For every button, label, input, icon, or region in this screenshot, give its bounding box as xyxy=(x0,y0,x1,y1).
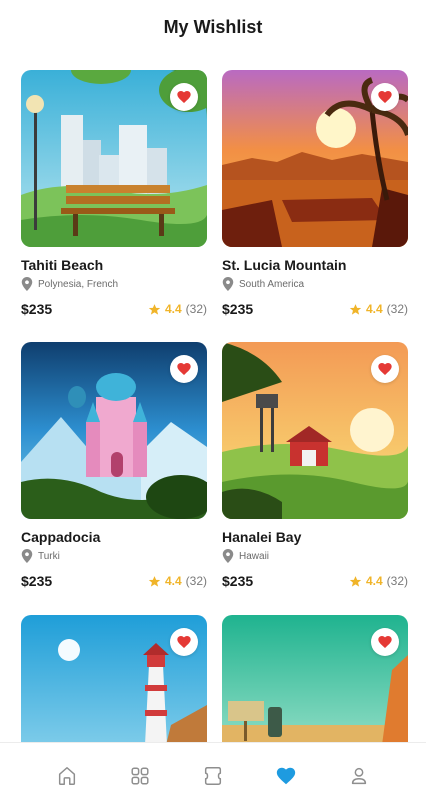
favorite-button[interactable] xyxy=(371,83,399,111)
card-rating: 4.4 (32) xyxy=(349,574,408,588)
location-pin-icon xyxy=(222,549,234,563)
location-pin-icon xyxy=(21,549,33,563)
location-pin-icon xyxy=(222,277,234,291)
card-image[interactable] xyxy=(222,615,408,742)
card-price: $235 xyxy=(222,573,254,589)
rating-value: 4.4 xyxy=(164,574,182,588)
ticket-icon xyxy=(204,767,222,785)
card-rating: 4.4 (32) xyxy=(349,302,408,316)
star-icon xyxy=(148,575,161,587)
card-location-text: Polynesia, French xyxy=(38,278,119,290)
heart-icon xyxy=(276,767,296,785)
card-footer: $235 4.4 (32) xyxy=(222,573,408,589)
card-location: Hawaii xyxy=(222,549,408,563)
rating-value: 4.4 xyxy=(365,302,383,316)
wishlist-card[interactable]: Hanalei Bay Hawaii $235 4.4 (32) xyxy=(222,342,408,589)
nav-tickets[interactable] xyxy=(199,762,227,790)
heart-icon xyxy=(378,636,392,648)
rating-count: (32) xyxy=(386,574,408,588)
rating-count: (32) xyxy=(185,302,207,316)
favorite-button[interactable] xyxy=(170,628,198,656)
card-image[interactable] xyxy=(21,342,207,519)
card-rating: 4.4 (32) xyxy=(148,302,207,316)
nav-profile[interactable] xyxy=(345,762,373,790)
card-location: Turki xyxy=(21,549,207,563)
rating-value: 4.4 xyxy=(365,574,383,588)
card-location: Polynesia, French xyxy=(21,277,207,291)
card-price: $235 xyxy=(222,301,254,317)
rating-value: 4.4 xyxy=(164,302,182,316)
favorite-button[interactable] xyxy=(170,83,198,111)
nav-home[interactable] xyxy=(53,762,81,790)
card-location-text: Hawaii xyxy=(239,550,270,562)
location-pin-icon xyxy=(21,277,33,291)
card-price: $235 xyxy=(21,301,53,317)
rating-count: (32) xyxy=(185,574,207,588)
card-location-text: South America xyxy=(239,278,305,290)
card-location-text: Turki xyxy=(38,550,60,562)
heart-icon xyxy=(177,91,191,103)
wishlist-card[interactable] xyxy=(222,615,408,742)
bottom-navigation xyxy=(0,742,426,809)
heart-icon xyxy=(177,636,191,648)
card-location: South America xyxy=(222,277,408,291)
star-icon xyxy=(349,575,362,587)
wishlist-card[interactable]: Tahiti Beach Polynesia, French $235 4.4 … xyxy=(21,70,207,317)
heart-icon xyxy=(177,363,191,375)
card-footer: $235 4.4 (32) xyxy=(21,301,207,317)
rating-count: (32) xyxy=(386,302,408,316)
favorite-button[interactable] xyxy=(371,628,399,656)
header: My Wishlist xyxy=(0,0,426,56)
star-icon xyxy=(349,303,362,315)
card-title: Hanalei Bay xyxy=(222,529,302,545)
card-title: St. Lucia Mountain xyxy=(222,257,347,273)
card-footer: $235 4.4 (32) xyxy=(21,573,207,589)
favorite-button[interactable] xyxy=(170,355,198,383)
wishlist-grid[interactable]: Tahiti Beach Polynesia, French $235 4.4 … xyxy=(0,70,426,742)
nav-wishlist[interactable] xyxy=(272,762,300,790)
card-image[interactable] xyxy=(222,342,408,519)
heart-icon xyxy=(378,91,392,103)
card-footer: $235 4.4 (32) xyxy=(222,301,408,317)
page-title: My Wishlist xyxy=(163,17,263,37)
grid-icon xyxy=(131,767,149,785)
favorite-button[interactable] xyxy=(371,355,399,383)
star-icon xyxy=(148,303,161,315)
nav-explore[interactable] xyxy=(126,762,154,790)
heart-icon xyxy=(378,363,392,375)
wishlist-card[interactable]: St. Lucia Mountain South America $235 4.… xyxy=(222,70,408,317)
card-image[interactable] xyxy=(21,70,207,247)
card-image[interactable] xyxy=(21,615,207,742)
card-rating: 4.4 (32) xyxy=(148,574,207,588)
home-icon xyxy=(58,767,75,785)
wishlist-card[interactable]: Cappadocia Turki $235 4.4 (32) xyxy=(21,342,207,589)
wishlist-card[interactable] xyxy=(21,615,207,742)
card-image[interactable] xyxy=(222,70,408,247)
card-price: $235 xyxy=(21,573,53,589)
user-icon xyxy=(352,767,367,785)
card-title: Cappadocia xyxy=(21,529,101,545)
card-title: Tahiti Beach xyxy=(21,257,104,273)
